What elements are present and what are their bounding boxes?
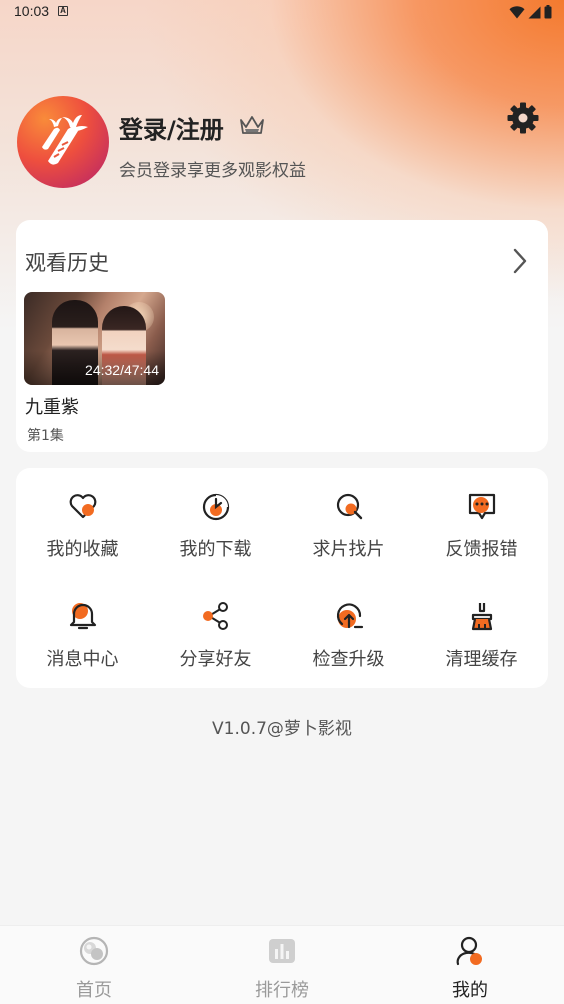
status-indicators: [509, 4, 552, 20]
chevron-right-icon[interactable]: [512, 248, 528, 274]
menu-label: 我的收藏: [46, 539, 119, 560]
menu-label: 反馈报错: [445, 539, 518, 560]
share-icon: [202, 602, 228, 630]
nav-label: 首页: [76, 980, 112, 1001]
menu-item-downloads[interactable]: 我的下载: [149, 468, 282, 568]
menu-label: 检查升级: [312, 649, 385, 670]
menu-label: 求片找片: [312, 539, 385, 560]
video-title[interactable]: 九重紫: [25, 393, 79, 419]
menu-label: 清理缓存: [445, 649, 518, 670]
wifi-icon: [509, 5, 525, 18]
crown-icon: [240, 116, 264, 134]
home-icon: [79, 936, 109, 966]
video-thumbnail[interactable]: 24:32/47:44: [24, 292, 165, 385]
bell-icon: [69, 603, 96, 630]
carrot-logo-icon[interactable]: [17, 96, 109, 188]
feedback-icon: [468, 493, 495, 520]
download-icon: [202, 493, 229, 521]
menu-label: 分享好友: [179, 649, 252, 670]
battery-icon: [544, 5, 552, 19]
video-episode: 第1集: [27, 428, 64, 444]
gear-icon[interactable]: [506, 101, 540, 135]
watch-history-title[interactable]: 观看历史: [25, 247, 109, 277]
profile-icon: [456, 936, 482, 966]
bottom-navigation: 首页 排行榜 我的: [0, 925, 564, 1004]
nav-tab-ranking[interactable]: 排行榜: [188, 926, 376, 1004]
a-icon: A: [58, 6, 68, 16]
signal-icon: [528, 6, 541, 18]
menu-item-feedback[interactable]: 反馈报错: [415, 468, 548, 568]
menu-item-favorites[interactable]: 我的收藏: [16, 468, 149, 568]
nav-label: 排行榜: [255, 980, 309, 1001]
nav-label: 我的: [452, 980, 488, 1001]
upgrade-icon: [336, 603, 363, 629]
status-bar: 10:03 A: [0, 0, 564, 24]
ranking-icon: [269, 939, 295, 963]
menu-item-clear-cache[interactable]: 清理缓存: [415, 578, 548, 678]
search-icon: [336, 493, 362, 520]
login-register-link[interactable]: 登录/注册: [119, 110, 224, 145]
nav-tab-home[interactable]: 首页: [0, 926, 188, 1004]
profile-header[interactable]: 登录/注册 会员登录享更多观影权益: [17, 96, 547, 188]
menu-item-check-update[interactable]: 检查升级: [282, 578, 415, 678]
login-subtitle: 会员登录享更多观影权益: [119, 161, 306, 181]
menu-item-request-video[interactable]: 求片找片: [282, 468, 415, 568]
menu-label: 我的下载: [179, 539, 252, 560]
menu-item-messages[interactable]: 消息中心: [16, 578, 149, 678]
video-duration: 24:32/47:44: [85, 362, 159, 378]
status-time: 10:03: [14, 3, 50, 19]
heart-icon: [69, 494, 96, 519]
nav-tab-mine[interactable]: 我的: [376, 926, 564, 1004]
menu-label: 消息中心: [46, 649, 119, 670]
version-text: V1.0.7@萝卜影视: [212, 719, 352, 739]
watch-history-card: 观看历史 24:32/47:44 九重紫 第1集: [16, 220, 548, 452]
function-menu-card: 我的收藏 我的下载 求片找片 反馈报错 消息中心 分享好友 检查升级 清理缓存: [16, 468, 548, 688]
broom-icon: [471, 603, 492, 631]
menu-item-share[interactable]: 分享好友: [149, 578, 282, 678]
